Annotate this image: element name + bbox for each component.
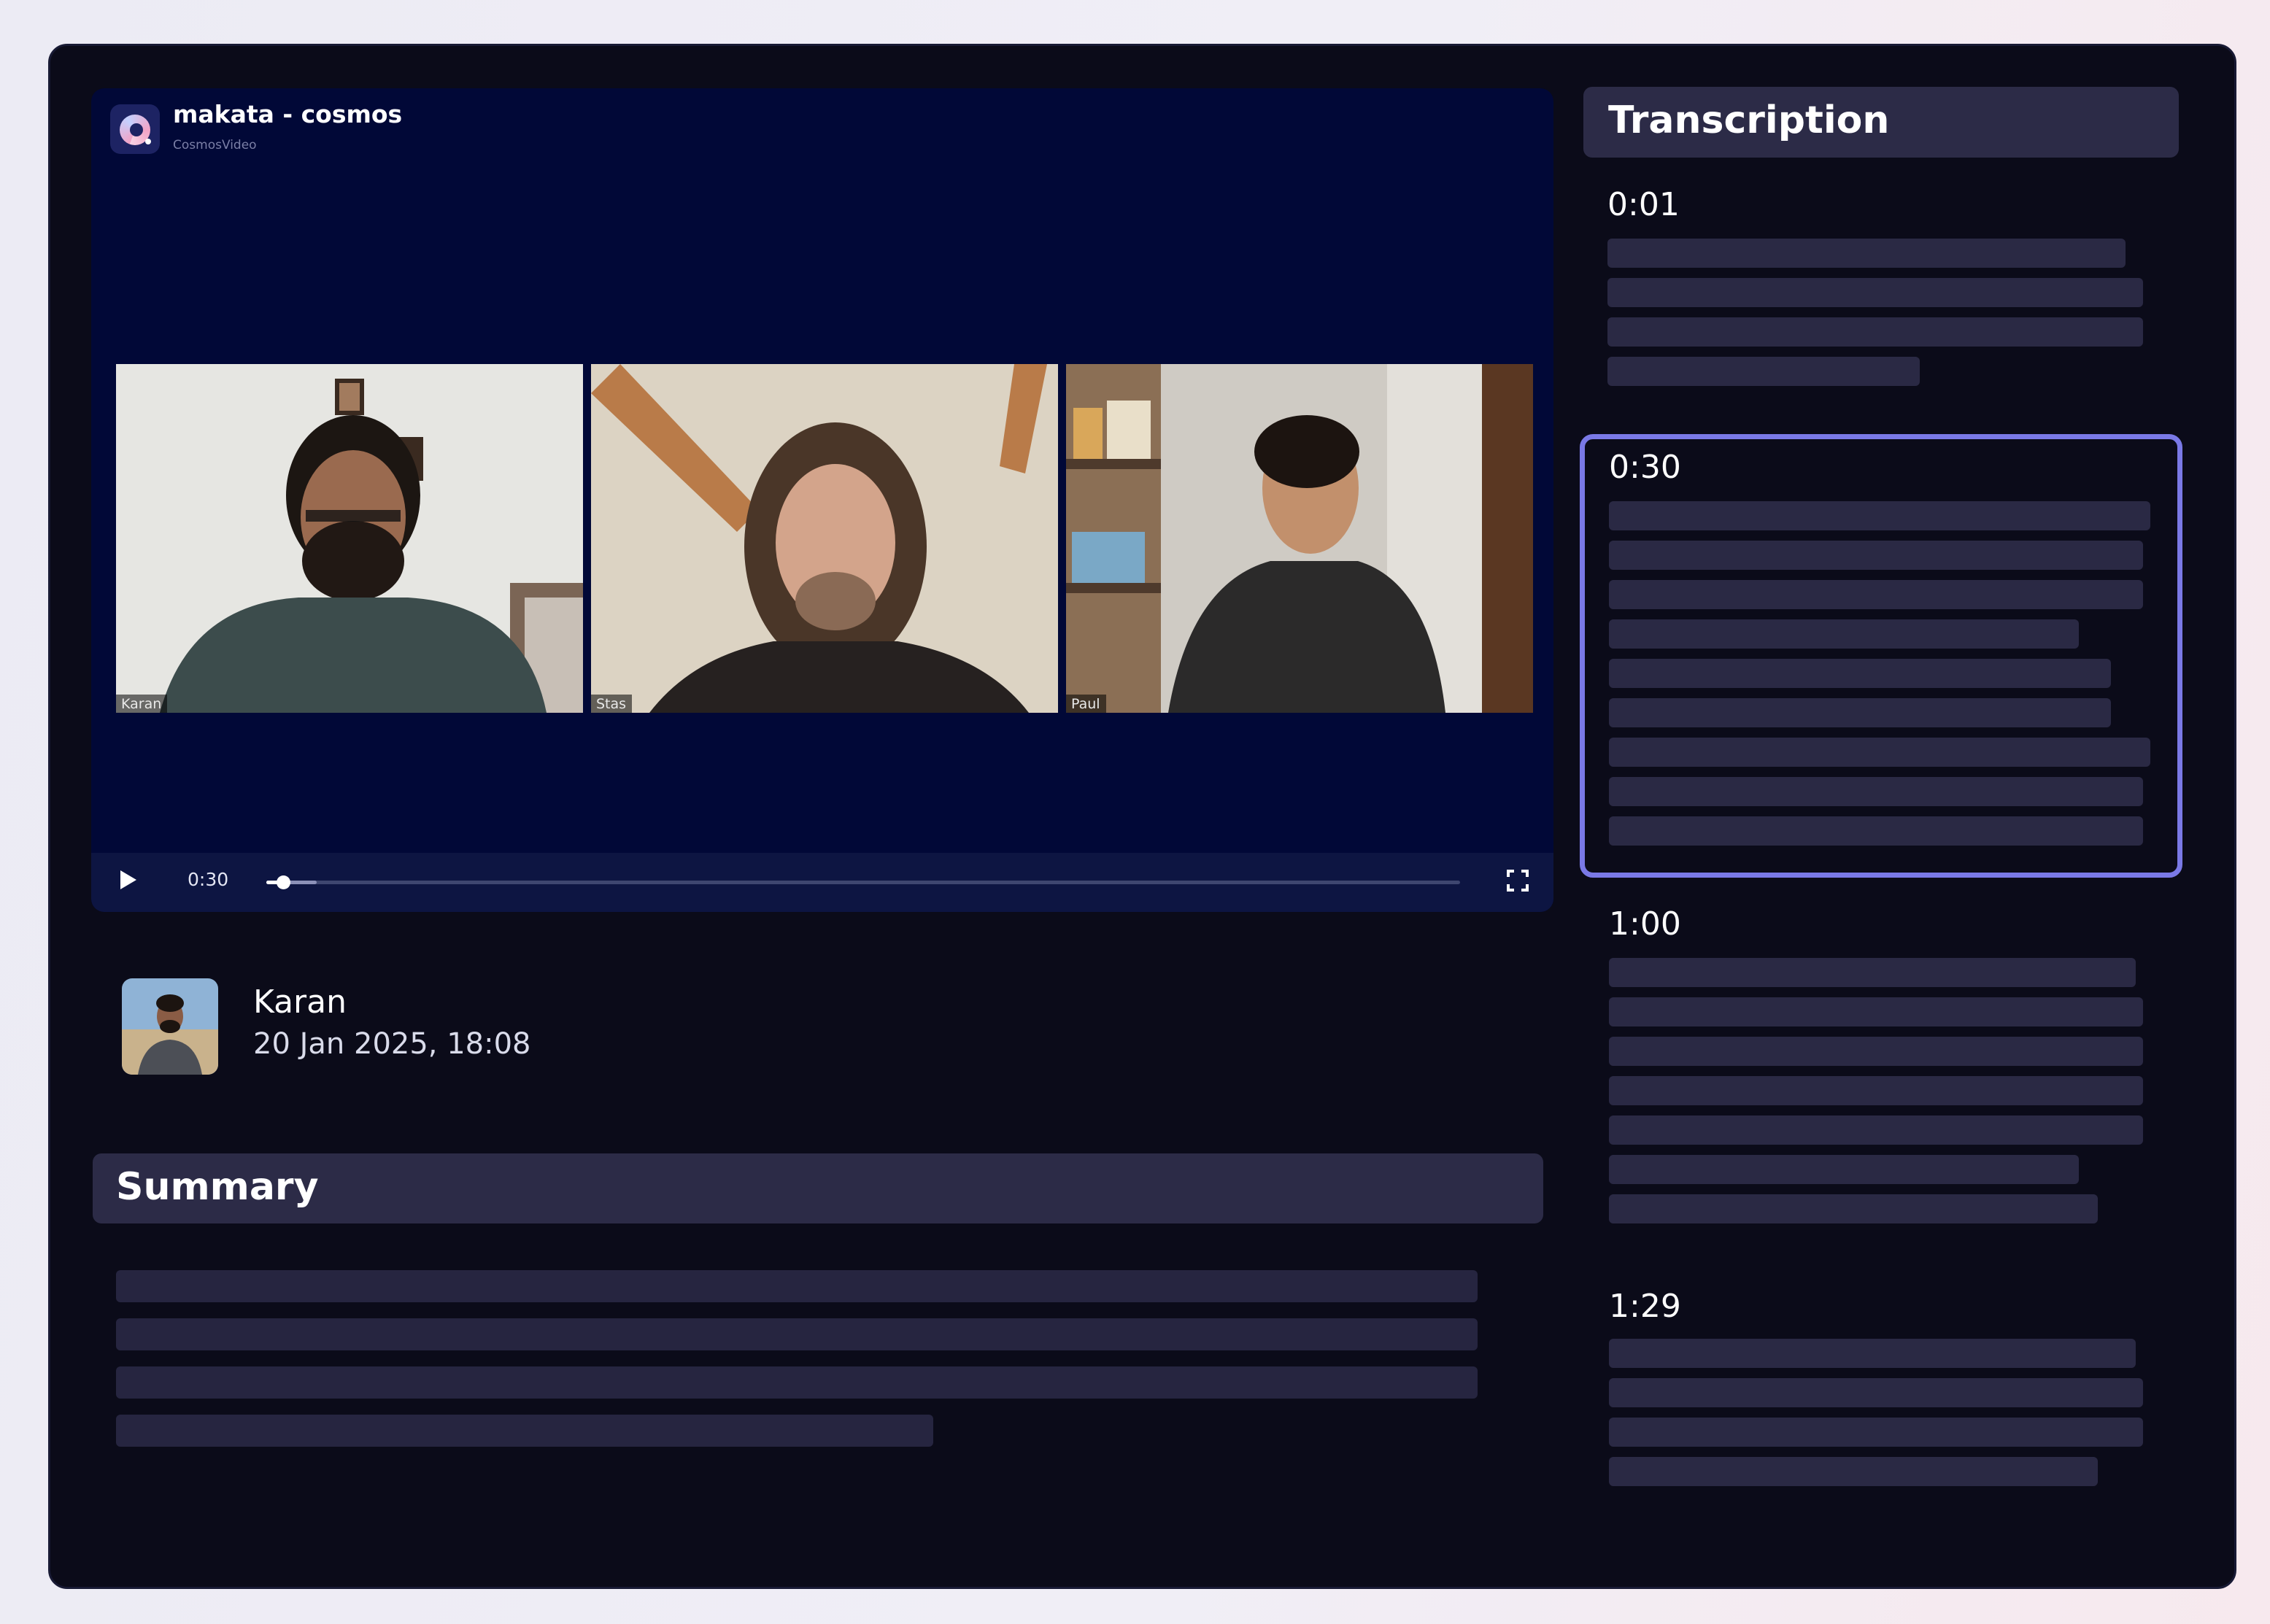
author-name: Karan: [253, 983, 347, 1021]
transcript-text-placeholder: [1609, 958, 2136, 987]
app-window: makata - cosmos CosmosVideo Karan Stas P…: [48, 44, 2236, 1589]
segment-timestamp[interactable]: 0:01: [1607, 186, 1680, 223]
participant-name-label: Stas: [591, 695, 633, 713]
summary-header: Summary: [93, 1153, 1543, 1223]
current-time: 0:30: [188, 869, 229, 890]
video-brand-subtitle: CosmosVideo: [173, 138, 257, 152]
fullscreen-icon[interactable]: [1507, 870, 1529, 892]
segment-timestamp[interactable]: 0:30: [1609, 449, 1681, 486]
transcript-text-placeholder: [1609, 777, 2143, 806]
transcript-text-placeholder: [1609, 1457, 2098, 1486]
summary-title: Summary: [116, 1165, 319, 1209]
transcript-text-placeholder: [1609, 997, 2143, 1026]
transcript-text-placeholder: [1609, 816, 2143, 846]
recording-date: 20 Jan 2025, 18:08: [253, 1027, 531, 1061]
transcript-text-placeholder: [1609, 1037, 2143, 1066]
transcript-text-placeholder: [1609, 501, 2150, 530]
participant-tile: Karan: [116, 364, 583, 713]
transcription-header: Transcription: [1583, 87, 2179, 158]
transcript-text-placeholder: [1609, 1076, 2143, 1105]
play-icon[interactable]: [120, 870, 136, 889]
transcript-text-placeholder: [1609, 1115, 2143, 1145]
transcript-text-placeholder: [1609, 698, 2111, 727]
transcription-title: Transcription: [1608, 98, 1890, 142]
summary-text-placeholder: [116, 1270, 1478, 1302]
transcript-text-placeholder: [1607, 357, 1920, 386]
transcript-text-placeholder: [1609, 1194, 2098, 1223]
transcript-text-placeholder: [1607, 317, 2143, 347]
transcript-text-placeholder: [1609, 1418, 2143, 1447]
segment-timestamp[interactable]: 1:00: [1609, 905, 1681, 943]
player-controls: 0:30: [91, 853, 1553, 912]
summary-text-placeholder: [116, 1366, 1478, 1399]
progress-bar[interactable]: [266, 875, 1460, 889]
transcript-text-placeholder: [1609, 580, 2143, 609]
participant-video: [591, 364, 1058, 713]
participant-tile: Stas: [591, 364, 1058, 713]
summary-text-placeholder: [116, 1415, 933, 1447]
participant-video: [1066, 364, 1533, 713]
video-player[interactable]: makata - cosmos CosmosVideo Karan Stas P…: [91, 88, 1553, 912]
transcript-text-placeholder: [1609, 659, 2111, 688]
summary-text-placeholder: [116, 1318, 1478, 1350]
segment-timestamp[interactable]: 1:29: [1609, 1288, 1681, 1325]
avatar: [122, 978, 218, 1075]
participant-tile: Paul: [1066, 364, 1533, 713]
transcript-text-placeholder: [1609, 619, 2079, 649]
transcript-text-placeholder: [1609, 541, 2143, 570]
participant-name-label: Karan: [116, 695, 168, 713]
transcript-text-placeholder: [1609, 1339, 2136, 1368]
transcript-text-placeholder: [1609, 738, 2150, 767]
participant-name-label: Paul: [1066, 695, 1106, 713]
transcript-text-placeholder: [1609, 1155, 2079, 1184]
participant-video: [116, 364, 583, 713]
transcript-text-placeholder: [1607, 278, 2143, 307]
video-brand-title: makata - cosmos: [173, 100, 403, 128]
app-logo-icon: [110, 104, 160, 154]
progress-handle[interactable]: [276, 875, 290, 889]
transcript-text-placeholder: [1609, 1378, 2143, 1407]
transcript-text-placeholder: [1607, 239, 2126, 268]
